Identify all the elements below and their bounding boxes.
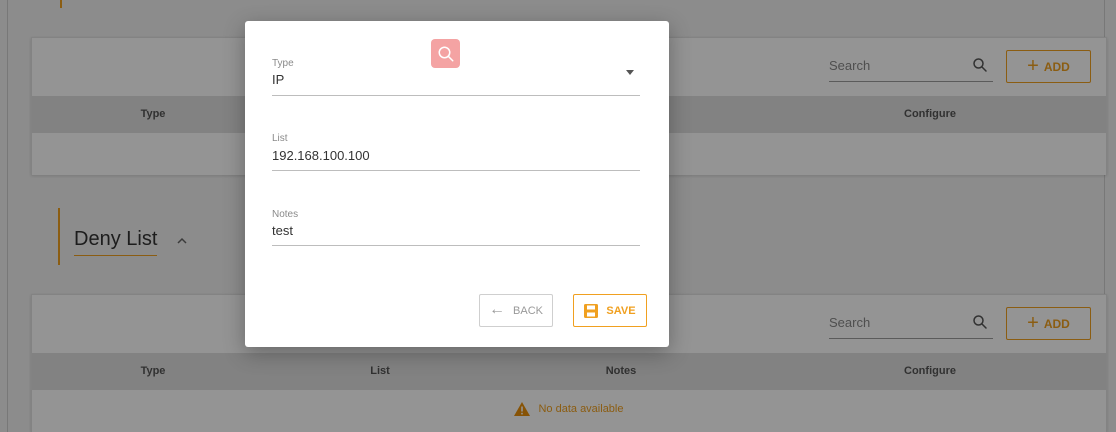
type-label: Type bbox=[272, 58, 294, 69]
dropdown-arrow-icon[interactable] bbox=[626, 70, 634, 75]
type-select[interactable]: Type IP bbox=[272, 53, 640, 96]
add-entry-dialog: Type IP List 192.168.100.100 Notes test … bbox=[245, 21, 669, 347]
notes-label: Notes bbox=[272, 209, 299, 220]
save-button-label: SAVE bbox=[606, 304, 636, 317]
back-button[interactable]: ← BACK bbox=[479, 294, 553, 327]
save-button[interactable]: SAVE bbox=[573, 294, 647, 327]
arrow-left-icon: ← bbox=[489, 300, 506, 318]
list-value: 192.168.100.100 bbox=[272, 148, 370, 163]
notes-input[interactable]: Notes test bbox=[272, 205, 640, 246]
type-value: IP bbox=[272, 72, 285, 87]
save-icon bbox=[584, 303, 599, 318]
list-label: List bbox=[272, 133, 288, 144]
back-button-label: BACK bbox=[513, 304, 543, 317]
notes-value: test bbox=[272, 223, 293, 238]
list-input[interactable]: List 192.168.100.100 bbox=[272, 129, 640, 171]
